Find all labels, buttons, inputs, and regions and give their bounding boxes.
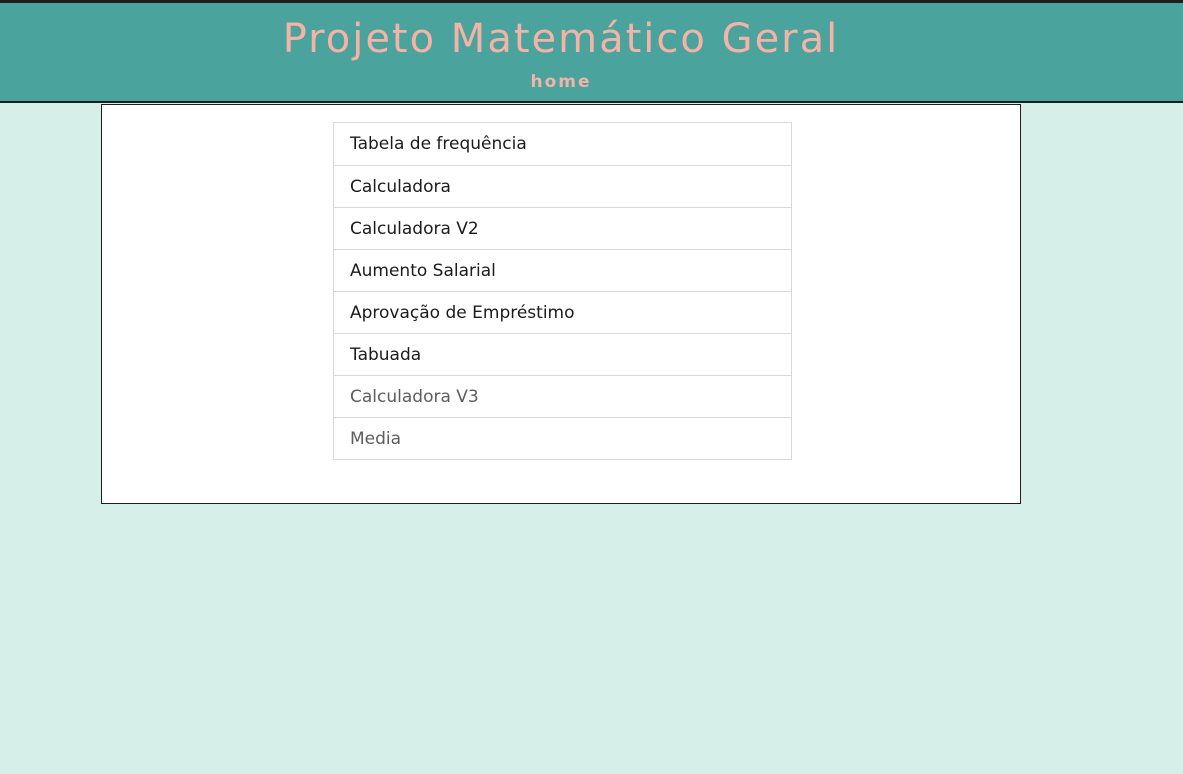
menu-item-tabela-de-frequencia[interactable]: Tabela de frequência [334, 123, 791, 165]
content-panel: Tabela de frequência Calculadora Calcula… [101, 104, 1021, 504]
menu-item-calculadora-v2[interactable]: Calculadora V2 [334, 207, 791, 249]
menu-item-media[interactable]: Media [334, 417, 791, 459]
menu-item-tabuada[interactable]: Tabuada [334, 333, 791, 375]
page-subtitle: home [530, 72, 592, 92]
site-title: Projeto Matemático Geral [282, 16, 840, 62]
menu-list: Tabela de frequência Calculadora Calcula… [333, 122, 792, 460]
menu-item-aprovacao-de-emprestimo[interactable]: Aprovação de Empréstimo [334, 291, 791, 333]
menu-item-aumento-salarial[interactable]: Aumento Salarial [334, 249, 791, 291]
top-header: Projeto Matemático Geral home [0, 0, 1183, 103]
menu-item-calculadora-v3[interactable]: Calculadora V3 [334, 375, 791, 417]
menu-item-calculadora[interactable]: Calculadora [334, 165, 791, 207]
